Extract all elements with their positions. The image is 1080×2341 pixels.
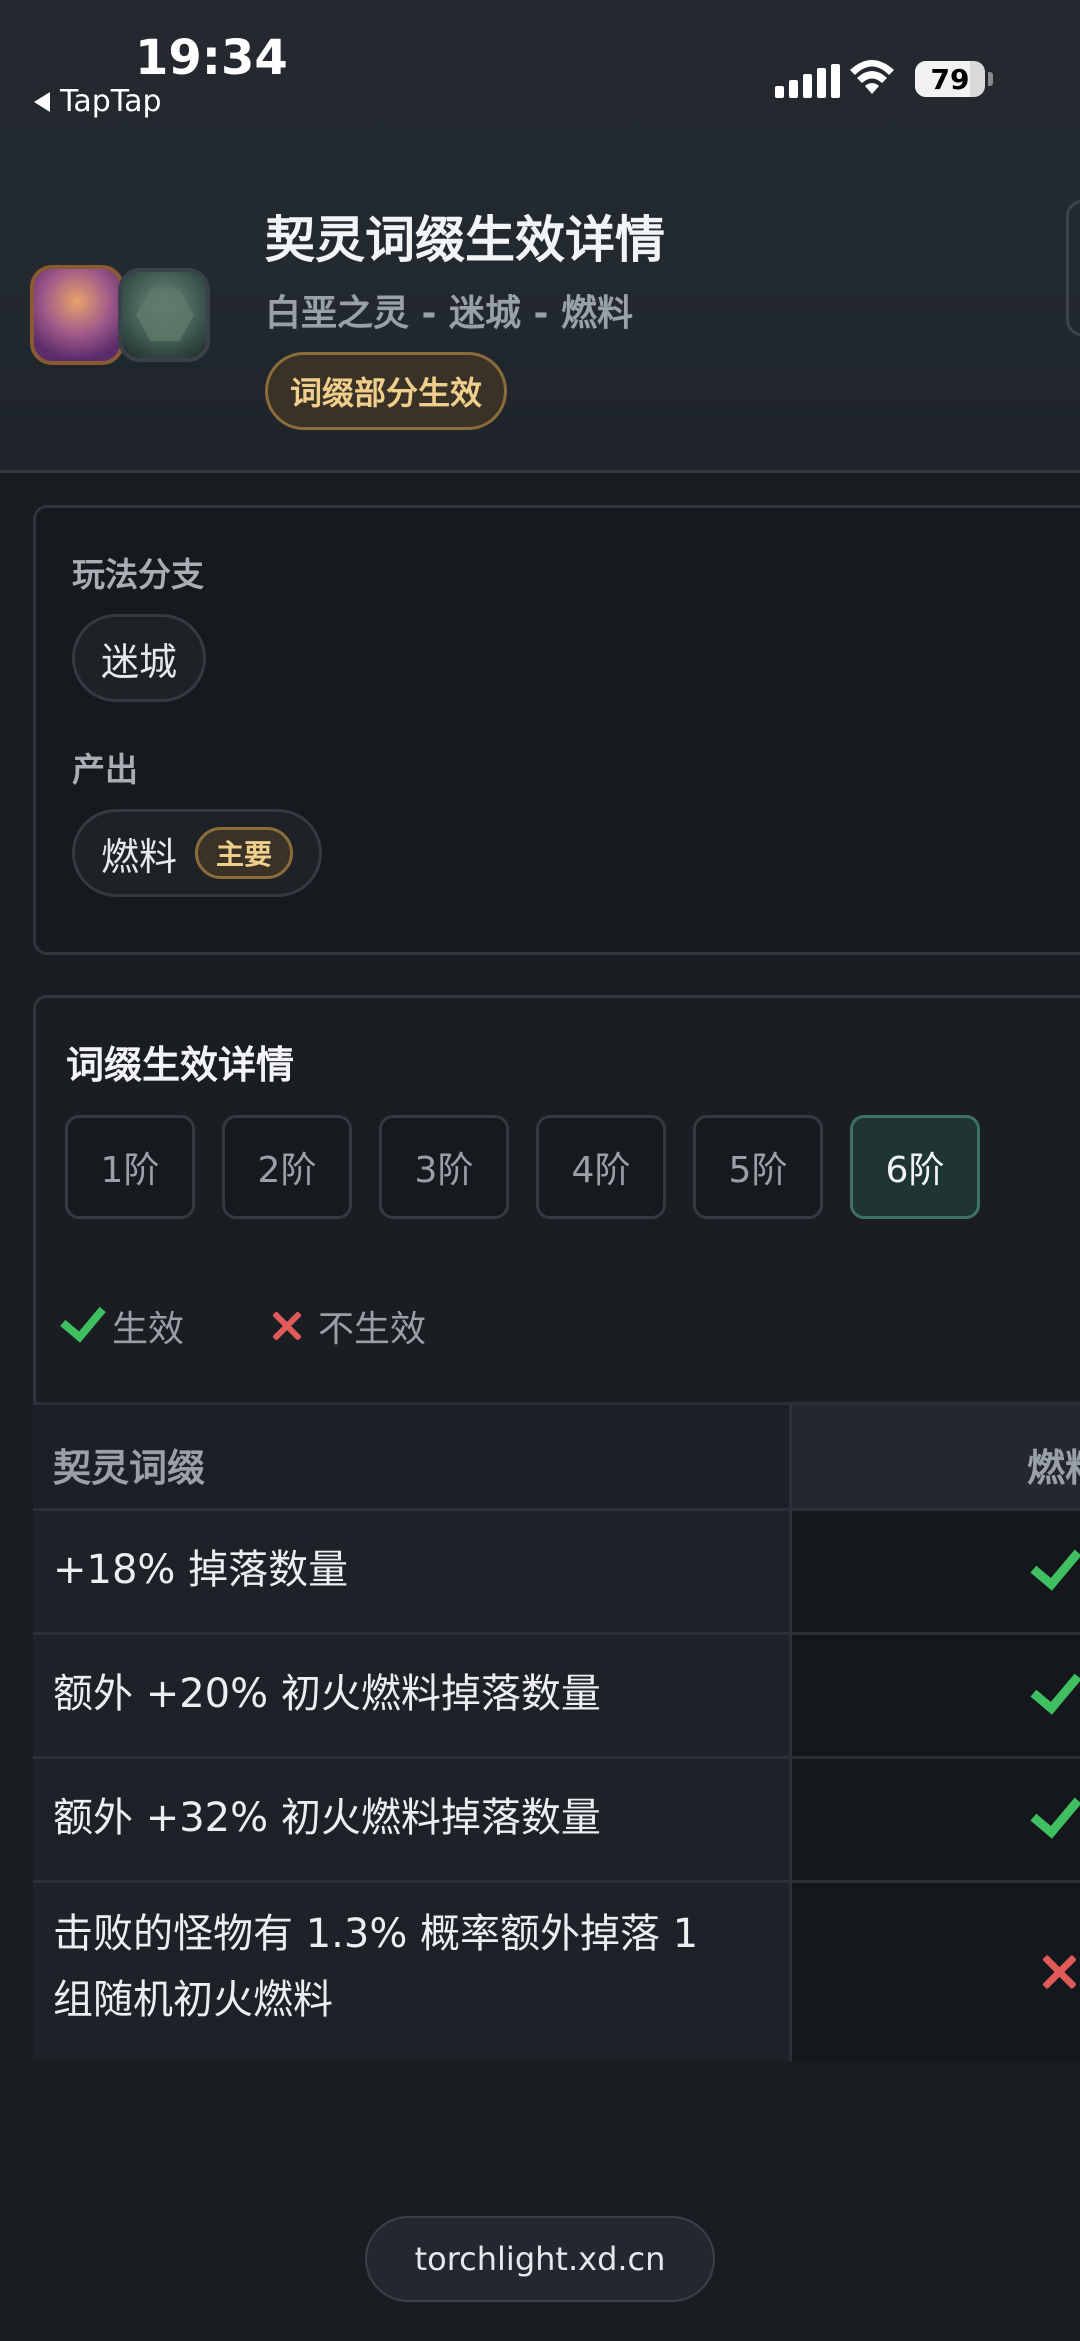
back-app-label: TapTap bbox=[60, 84, 162, 119]
status-time: 19:34 bbox=[135, 30, 288, 86]
detail-card-title: 词缀生效详情 bbox=[66, 1043, 295, 1087]
tier-tab-1[interactable]: 1阶 bbox=[65, 1115, 195, 1219]
effective-check-icon bbox=[1030, 1537, 1080, 1591]
tier-tab-6[interactable]: 6阶 bbox=[850, 1115, 980, 1219]
tier-tab-4[interactable]: 4阶 bbox=[536, 1115, 666, 1219]
map-avatar[interactable] bbox=[118, 268, 210, 362]
branch-chip[interactable]: 迷城 bbox=[72, 614, 207, 702]
effective-check-icon bbox=[1030, 1785, 1080, 1839]
tier-tab-5[interactable]: 5阶 bbox=[693, 1115, 823, 1219]
cellular-signal-icon bbox=[775, 64, 840, 98]
side-panel-edge[interactable] bbox=[1066, 200, 1080, 336]
legend-effective-label: 生效 bbox=[112, 1309, 185, 1350]
output-label: 产出 bbox=[72, 750, 138, 789]
affix-text: 额外 +32% 初火燃料掉落数量 bbox=[53, 1795, 601, 1841]
table-row: +18% 掉落数量 bbox=[33, 1508, 1080, 1635]
affix-text: 额外 +20% 初火燃料掉落数量 bbox=[53, 1671, 601, 1717]
hexagon-icon bbox=[136, 288, 194, 342]
legend-ineffective-label: 不生效 bbox=[318, 1309, 427, 1350]
branch-chip-label: 迷城 bbox=[101, 639, 178, 684]
wifi-icon bbox=[850, 60, 894, 94]
character-avatar[interactable] bbox=[30, 265, 124, 365]
header-output: 燃料 bbox=[1026, 1446, 1080, 1490]
legend-ineffective: 不生效 bbox=[272, 1300, 426, 1352]
battery-percent: 79 bbox=[930, 63, 970, 96]
back-arrow-icon bbox=[34, 91, 50, 112]
battery-nub bbox=[988, 72, 993, 86]
status-badge: 词缀部分生效 bbox=[265, 352, 508, 430]
battery-icon: 79 bbox=[915, 61, 985, 97]
effective-check-icon bbox=[1030, 1661, 1080, 1715]
url-bar[interactable]: torchlight.xd.cn bbox=[365, 2216, 715, 2302]
tier-tab-2[interactable]: 2阶 bbox=[222, 1115, 352, 1219]
table-header: 契灵词缀 燃料 bbox=[33, 1402, 1080, 1511]
header-affix: 契灵词缀 bbox=[53, 1446, 206, 1490]
output-chip-label: 燃料 bbox=[101, 834, 178, 879]
back-to-app-button[interactable]: TapTap bbox=[34, 84, 162, 119]
tier-tab-3[interactable]: 3阶 bbox=[379, 1115, 509, 1219]
branch-label: 玩法分支 bbox=[72, 555, 204, 594]
affix-text: 击败的怪物有 1.3% 概率额外掉落 1 组随机初火燃料 bbox=[53, 1911, 699, 2023]
affix-text: +18% 掉落数量 bbox=[53, 1547, 349, 1593]
page-title: 契灵词缀生效详情 bbox=[265, 211, 665, 269]
header-affix-cell: 契灵词缀 bbox=[33, 1405, 792, 1511]
table-row: 额外 +32% 初火燃料掉落数量 bbox=[33, 1756, 1080, 1883]
table-row: 击败的怪物有 1.3% 概率额外掉落 1 组随机初火燃料 bbox=[33, 1880, 1080, 2061]
url-text: torchlight.xd.cn bbox=[414, 2240, 666, 2278]
cross-icon bbox=[272, 1311, 302, 1341]
legend-effective: 生效 bbox=[60, 1295, 185, 1352]
primary-tag: 主要 bbox=[195, 827, 294, 879]
page-subtitle: 白垩之灵 - 迷城 - 燃料 bbox=[265, 293, 634, 334]
table-row: 额外 +20% 初火燃料掉落数量 bbox=[33, 1632, 1080, 1759]
output-chip[interactable]: 燃料 主要 bbox=[72, 809, 323, 897]
header-output-cell: 燃料 bbox=[792, 1405, 1080, 1511]
